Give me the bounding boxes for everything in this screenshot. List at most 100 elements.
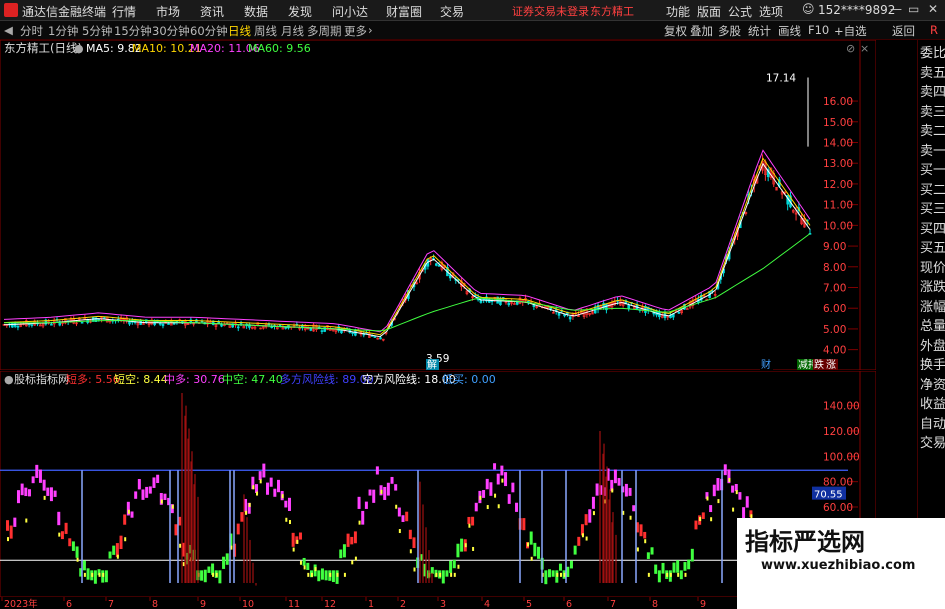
oscillator-mark — [529, 531, 533, 545]
oscillator-mark — [639, 524, 643, 537]
right-corner-label[interactable]: R — [930, 23, 938, 37]
fuquan-button[interactable]: 复权 — [664, 23, 687, 39]
oscillator-mark — [471, 516, 475, 526]
tab-fenshi[interactable]: 分时 — [20, 23, 43, 39]
menu-faxian[interactable]: 发现 — [288, 3, 312, 20]
tab-30min[interactable]: 30分钟 — [152, 23, 190, 39]
short-line-mark — [556, 572, 559, 577]
user-id[interactable]: 152****9892 — [818, 3, 895, 17]
tab-1min[interactable]: 1分钟 — [48, 23, 78, 39]
oscillator-mark — [49, 487, 53, 502]
tab-weekly[interactable]: 周线 — [254, 23, 277, 39]
side-item[interactable]: 交易 — [920, 436, 945, 451]
oscillator-mark — [222, 556, 226, 569]
oscillator-mark — [119, 535, 123, 550]
menu-shichang[interactable]: 市场 — [156, 3, 180, 20]
event-tag-label: 跌 — [814, 358, 824, 370]
oscillator-mark — [317, 570, 321, 582]
oscillator-mark — [200, 570, 204, 581]
tab-daily[interactable]: 日线 — [228, 23, 251, 39]
oscillator-mark — [13, 517, 17, 527]
y-tick-label: 140.00 — [823, 401, 860, 413]
short-line-mark — [728, 477, 731, 482]
return-button[interactable]: 返回 — [892, 23, 915, 39]
tab-monthly[interactable]: 月线 — [281, 23, 304, 39]
menu-gongshi[interactable]: 公式 — [728, 3, 752, 20]
close-icon[interactable]: ✕ — [928, 2, 938, 16]
menu-banmian[interactable]: 版面 — [697, 3, 721, 20]
app-title: 通达信金融终端 — [22, 5, 107, 19]
overlay-button[interactable]: 叠加 — [690, 23, 713, 39]
oscillator-mark — [661, 562, 665, 574]
y-tick-label: 8.00 — [823, 262, 846, 274]
oscillator-mark — [537, 546, 541, 559]
short-line-mark — [409, 549, 412, 554]
minimize-icon[interactable]: — — [890, 2, 902, 16]
short-line-mark — [636, 547, 639, 552]
oscillator-mark — [82, 560, 86, 571]
short-line-mark — [76, 557, 79, 562]
menu-xuanxiang[interactable]: 选项 — [759, 3, 783, 20]
oscillator-mark — [449, 560, 453, 574]
tab-60min[interactable]: 60分钟 — [190, 23, 228, 39]
short-line-mark — [501, 478, 504, 483]
candle-body — [30, 324, 34, 326]
x-tick-label: 2023年 — [4, 598, 38, 609]
draw-line-button[interactable]: 画线 — [778, 23, 801, 39]
short-line-mark — [527, 542, 530, 547]
short-line-mark — [351, 560, 354, 565]
x-tick-label: 10 — [242, 599, 254, 609]
chevron-right-icon[interactable]: › — [368, 23, 373, 37]
oscillator-mark — [515, 502, 519, 512]
oscillator-mark — [137, 479, 141, 490]
tab-5min[interactable]: 5分钟 — [82, 23, 112, 39]
short-line-mark — [450, 572, 453, 577]
oscillator-mark — [287, 497, 291, 511]
stats-button[interactable]: 统计 — [748, 23, 771, 39]
menu-wenxiaoda[interactable]: 问小达 — [332, 3, 368, 20]
y-tick-label: 5.00 — [823, 324, 846, 336]
short-line-mark — [358, 520, 361, 525]
oscillator-mark — [712, 484, 716, 497]
oscillator-mark — [547, 569, 551, 578]
oscillator-mark — [460, 538, 464, 552]
short-line-mark — [464, 543, 467, 548]
menu-zixun[interactable]: 资讯 — [200, 3, 224, 20]
side-item[interactable]: 自动 — [920, 417, 945, 432]
side-item: 卖三 — [920, 104, 945, 120]
short-line-mark — [288, 520, 291, 525]
back-icon[interactable]: ◀ — [4, 23, 13, 37]
oscillator-mark — [364, 501, 368, 509]
menu-caifuquan[interactable]: 财富圈 — [386, 3, 422, 20]
menu-gongneng[interactable]: 功能 — [666, 3, 690, 20]
side-item: 外盘 — [920, 338, 945, 354]
add-watchlist-button[interactable]: +自选 — [834, 23, 867, 39]
tab-multi-period[interactable]: 多周期 — [307, 23, 342, 39]
user-icon[interactable]: ☺ — [802, 2, 815, 16]
oscillator-mark — [500, 465, 504, 476]
oscillator-mark — [353, 531, 357, 544]
oscillator-mark — [291, 532, 295, 547]
oscillator-mark — [613, 469, 617, 484]
short-line-mark — [7, 537, 9, 542]
tab-more[interactable]: 更多 — [344, 23, 367, 39]
price-chart[interactable]: 东方精工(日线)● MA5: 9.82MA10: 10.21MA20: 11.06… — [0, 40, 876, 370]
trade-login-status[interactable]: 证券交易未登录 — [512, 3, 589, 19]
menu-hangqing[interactable]: 行情 — [112, 3, 136, 20]
menu-shuju[interactable]: 数据 — [244, 3, 268, 20]
multi-stock-button[interactable]: 多股 — [718, 23, 741, 39]
maximize-icon[interactable]: ▭ — [908, 2, 919, 16]
oscillator-mark — [679, 570, 683, 580]
short-line-mark — [171, 504, 174, 509]
tab-15min[interactable]: 15分钟 — [114, 23, 152, 39]
short-line-mark — [479, 495, 482, 500]
f10-button[interactable]: F10 — [808, 23, 829, 37]
short-line-mark — [43, 495, 46, 500]
x-tick-label: 9 — [700, 599, 706, 609]
side-item: 买二 — [920, 182, 945, 198]
menu-jiaoyi[interactable]: 交易 — [440, 3, 464, 20]
short-line-mark — [559, 572, 562, 577]
candle-body — [284, 327, 287, 329]
y-tick-label: 6.00 — [823, 303, 846, 315]
indicator-name: 股标指标网 — [14, 372, 69, 386]
